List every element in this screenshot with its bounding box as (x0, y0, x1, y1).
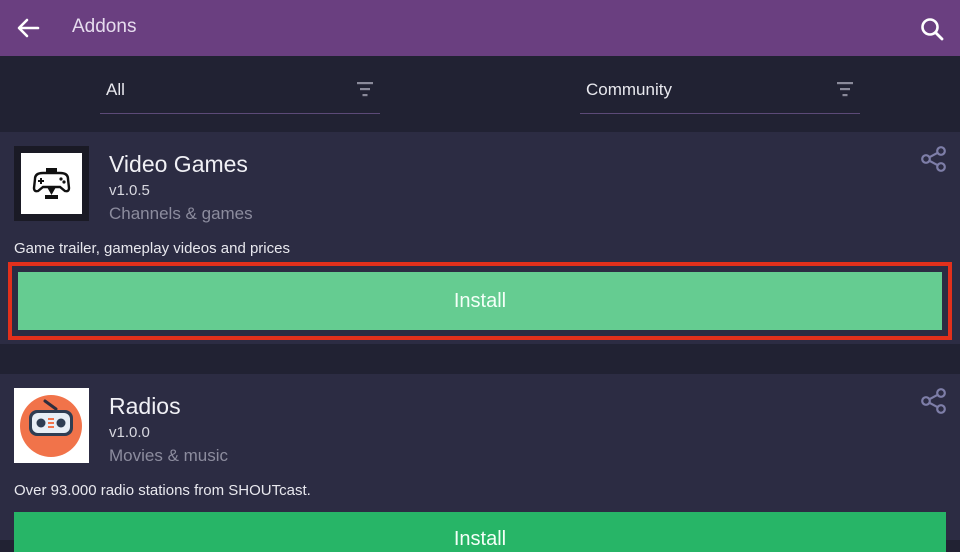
addon-thumbnail (14, 388, 89, 463)
addon-version: v1.0.0 (109, 424, 150, 441)
radio-icon (14, 388, 89, 463)
share-icon[interactable] (920, 387, 948, 415)
addon-description: Over 93.000 radio stations from SHOUTcas… (14, 482, 311, 499)
addon-category: Movies & music (109, 446, 229, 465)
addon-thumbnail (14, 146, 89, 221)
gamepad-icon (32, 168, 71, 199)
filter-icon (837, 82, 853, 97)
install-button-radios[interactable]: Install (14, 512, 946, 552)
addon-name: Radios (109, 393, 181, 419)
category-filter-dropdown[interactable]: All (100, 72, 380, 114)
addon-name: Video Games (109, 151, 248, 177)
addon-description: Game trailer, gameplay videos and prices (14, 240, 290, 257)
filter-bar: All Community (0, 56, 960, 132)
filter-icon (357, 82, 373, 97)
category-filter-label: All (106, 80, 125, 99)
source-filter-label: Community (586, 80, 672, 99)
install-button-video-games[interactable]: Install (18, 272, 942, 330)
search-icon[interactable] (918, 15, 946, 43)
source-filter-dropdown[interactable]: Community (580, 72, 860, 114)
share-icon[interactable] (920, 145, 948, 173)
app-bar: Addons (0, 0, 960, 56)
addon-version: v1.0.5 (109, 182, 150, 199)
page-title: Addons (72, 16, 137, 37)
addon-category: Channels & games (109, 204, 253, 223)
back-arrow-icon[interactable] (14, 14, 42, 42)
install-highlight-frame: Install (8, 262, 952, 340)
